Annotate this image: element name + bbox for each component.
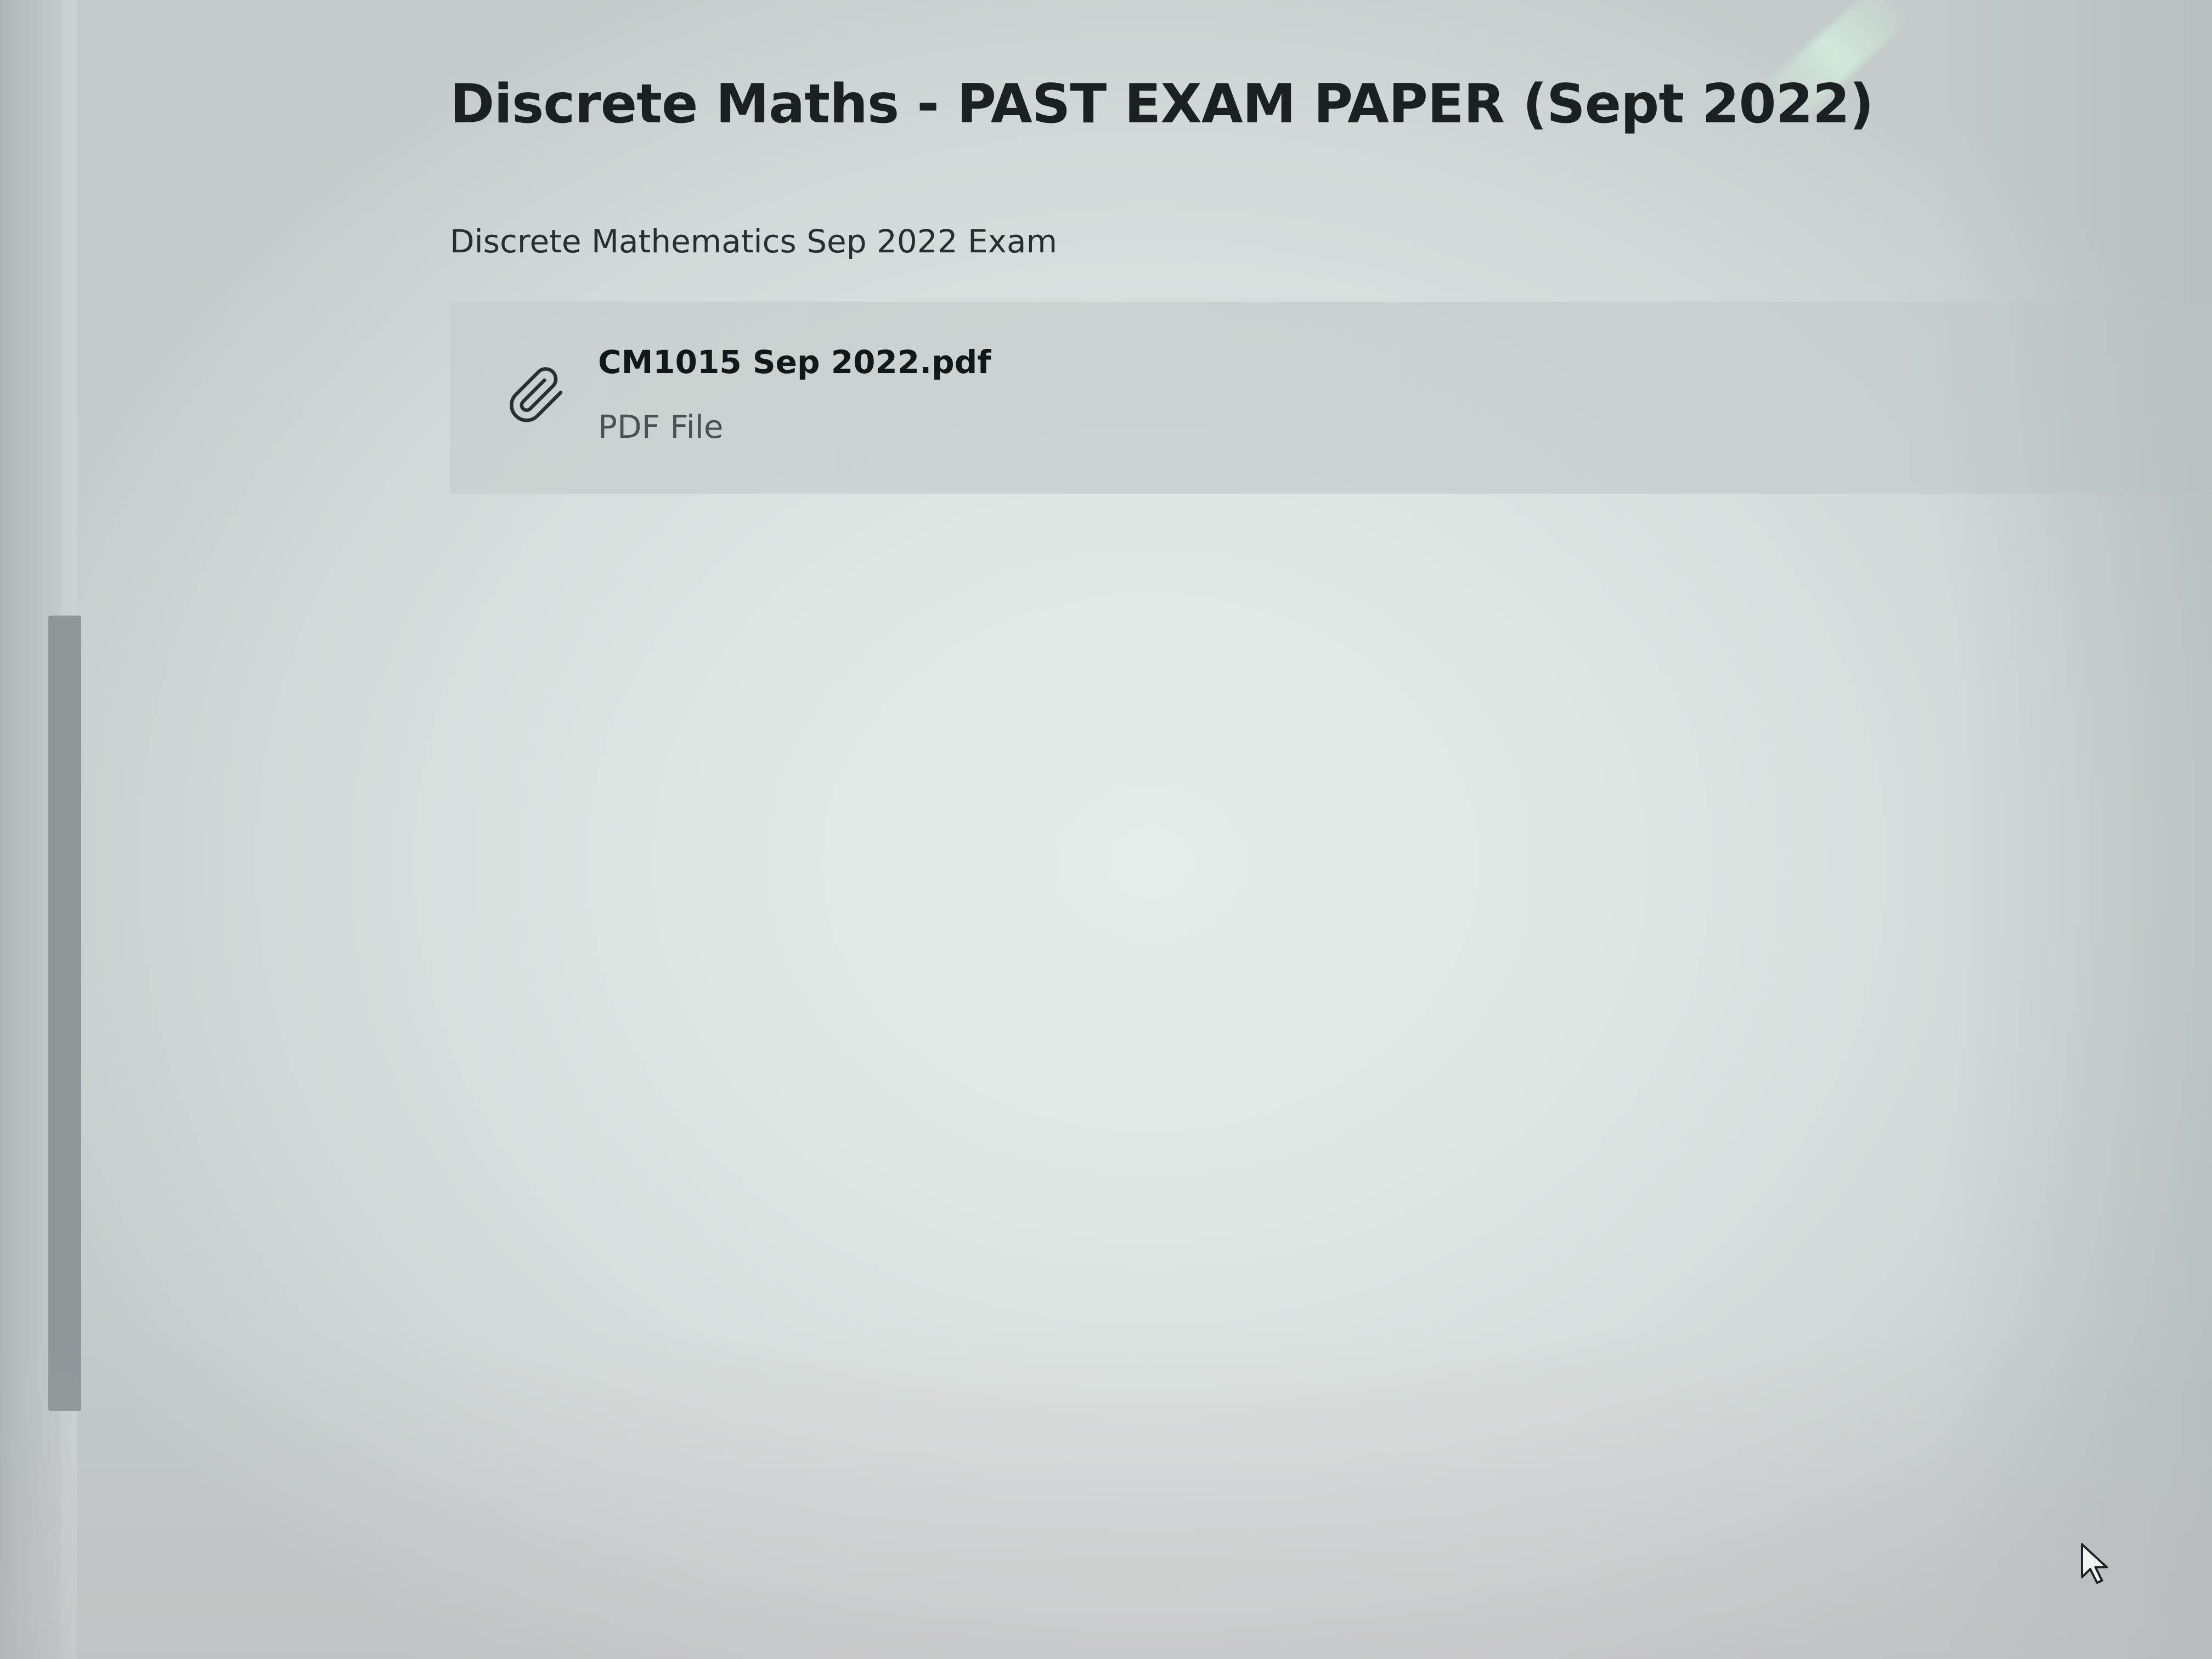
scrollbar-thumb[interactable] [48, 616, 81, 1411]
attachment-file-link[interactable]: CM1015 Sep 2022.pdf [598, 340, 991, 384]
attachment-file-type: PDF File [598, 408, 724, 445]
mouse-pointer-icon [2079, 1542, 2112, 1585]
attachment-info: CM1015 Sep 2022.pdf PDF File [598, 340, 991, 449]
paperclip-icon [502, 362, 568, 428]
screen-vignette-bottom [0, 1330, 2212, 1659]
